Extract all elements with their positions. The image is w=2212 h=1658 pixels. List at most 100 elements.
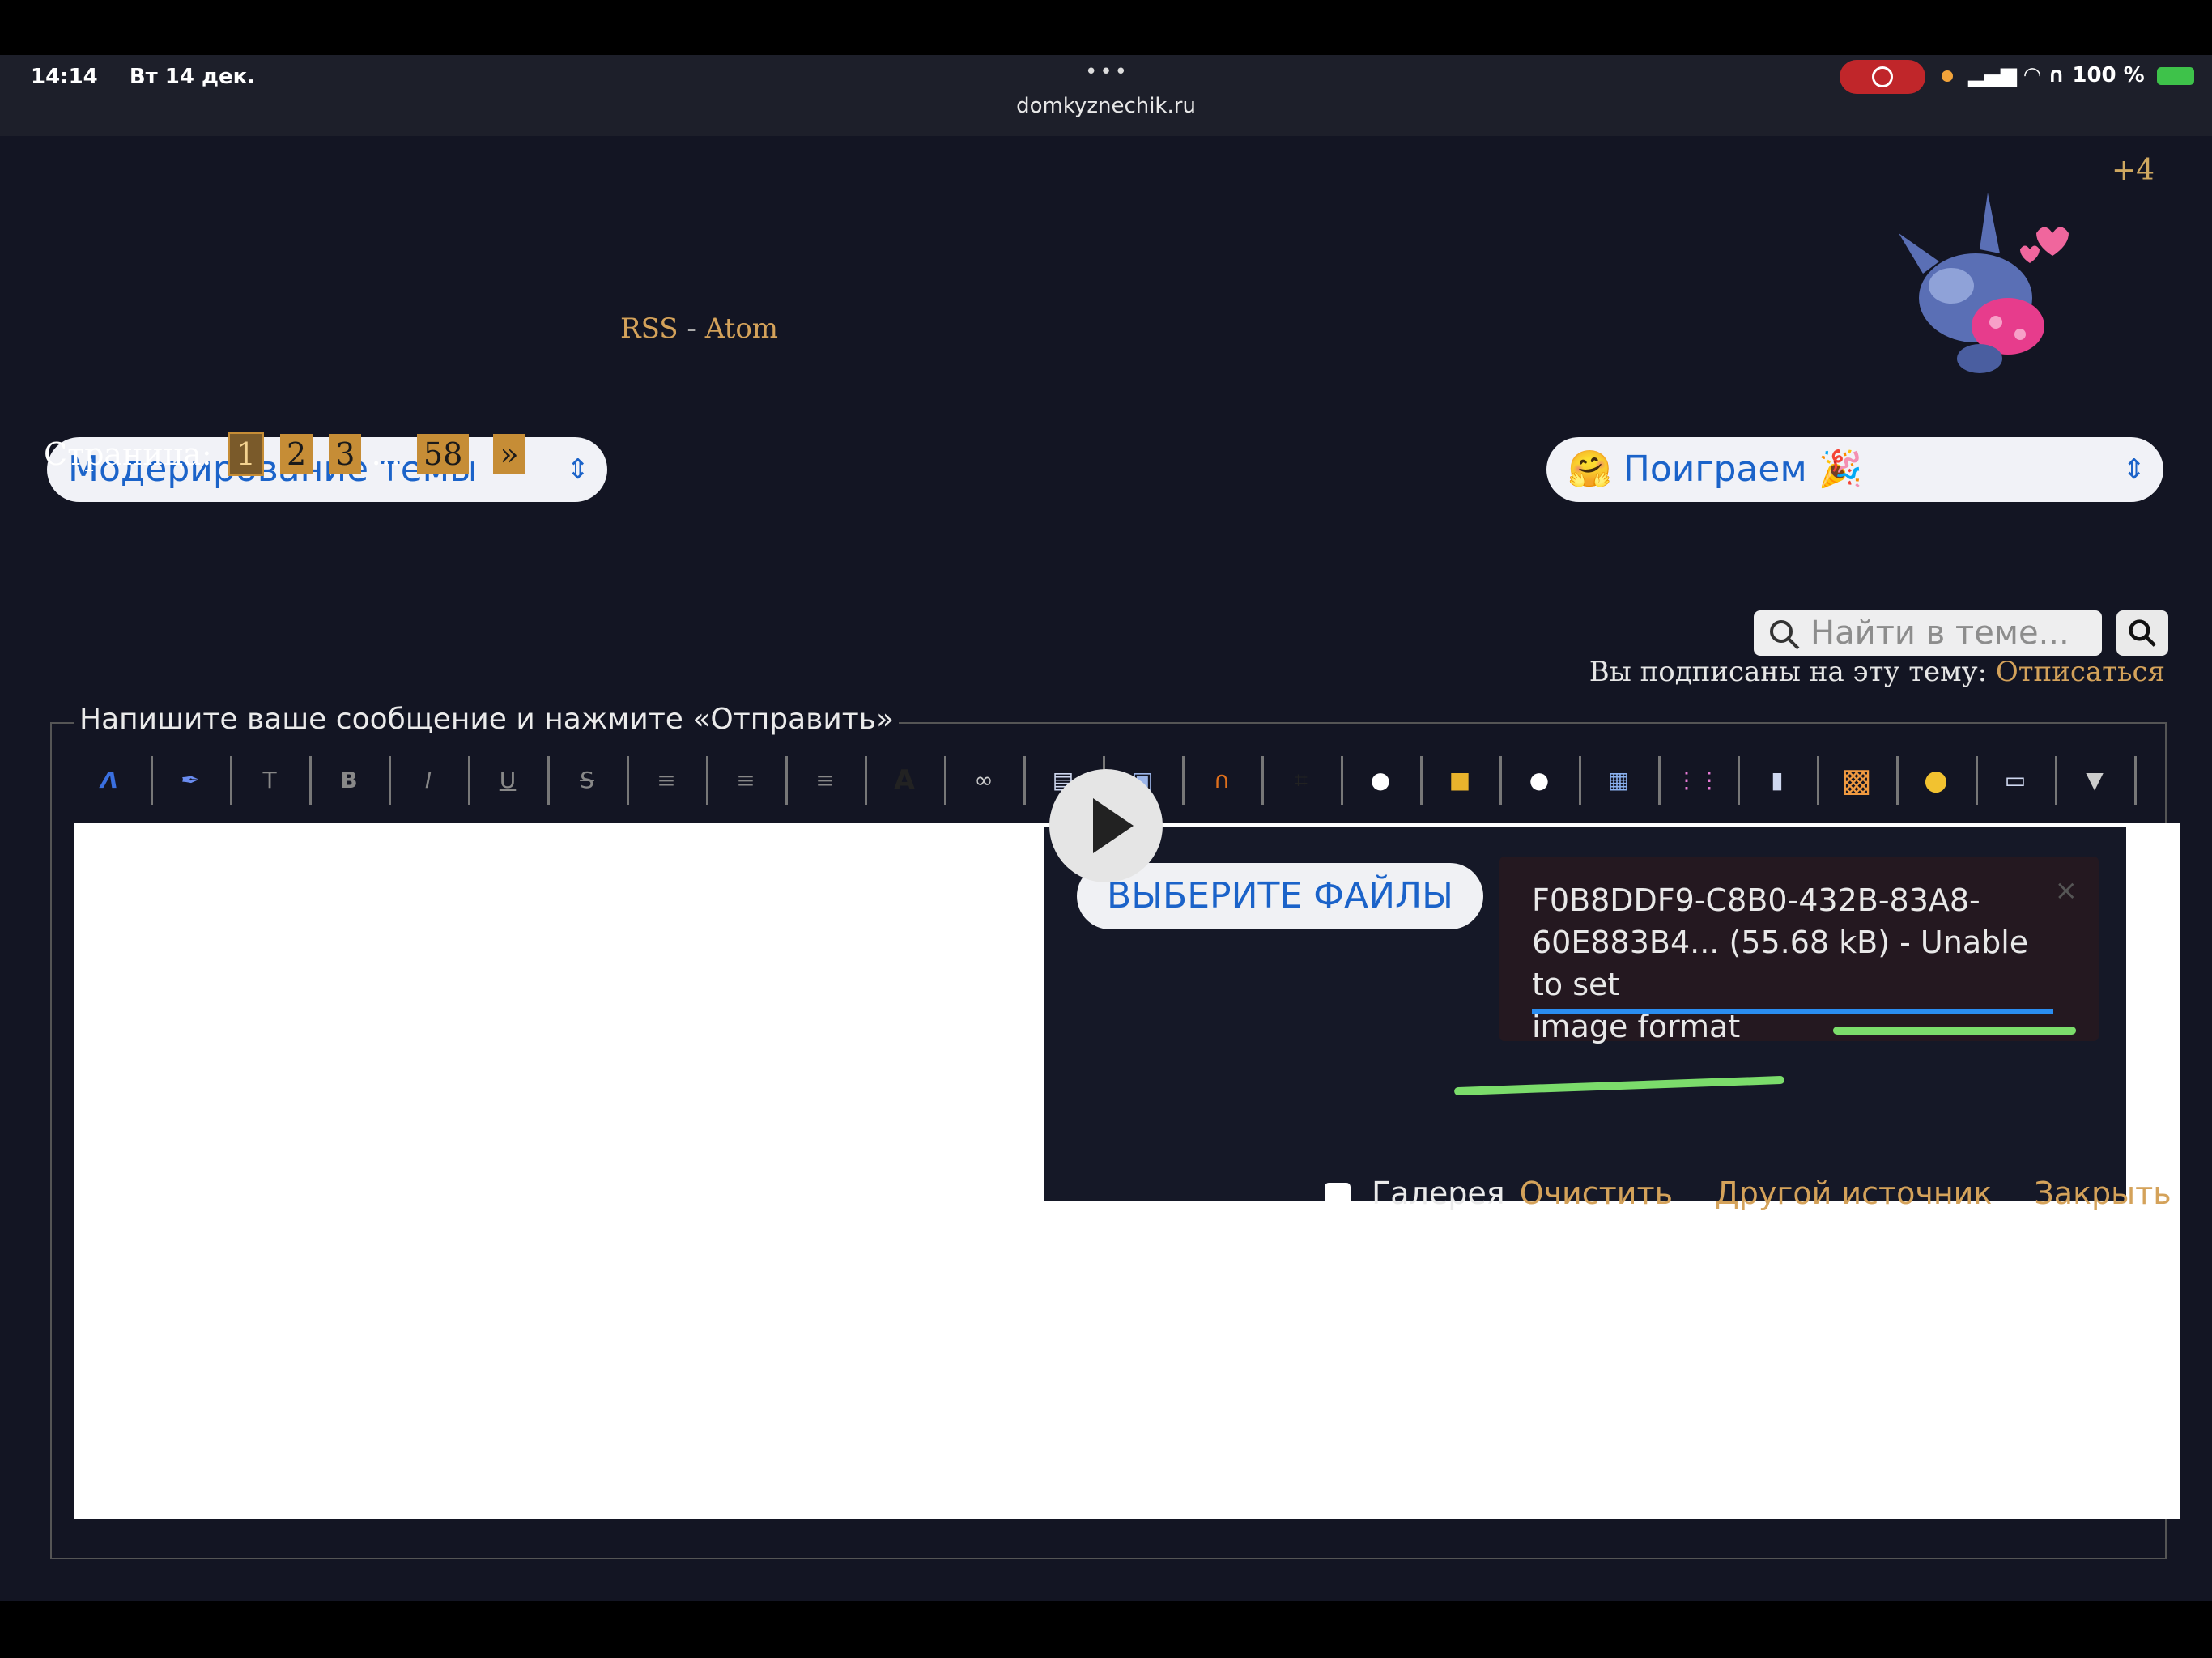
upload-error-line: F0B8DDF9-C8B0-432B-83A8- bbox=[1532, 882, 1980, 918]
smiley-icon[interactable]: ● bbox=[1901, 750, 1971, 811]
upload-progress-bar bbox=[1532, 1009, 2053, 1014]
search-placeholder: Найти в теме... bbox=[1810, 614, 2069, 652]
speech-bubble-icon[interactable]: ● bbox=[1504, 750, 1574, 811]
toolbar-separator bbox=[1896, 756, 1899, 805]
align-left-icon[interactable]: ≡ bbox=[632, 750, 701, 811]
next-page-link[interactable]: » bbox=[493, 434, 525, 474]
toolbar-separator bbox=[627, 756, 629, 805]
chevron-down-icon[interactable]: ▼ bbox=[2060, 750, 2129, 811]
stitch-mascot-icon bbox=[1899, 193, 2069, 373]
unsubscribe-link[interactable]: Отписаться bbox=[1996, 656, 2165, 688]
lock-icon[interactable]: ■ bbox=[1425, 750, 1495, 811]
document-icon[interactable]: ▮ bbox=[1742, 750, 1812, 811]
rss-link[interactable]: RSS bbox=[620, 312, 678, 345]
align-center-icon[interactable]: ≡ bbox=[711, 750, 781, 811]
keyboard-icon[interactable]: ▭ bbox=[1980, 750, 2050, 811]
clear-link[interactable]: Очистить bbox=[1520, 1175, 1673, 1211]
choose-files-button[interactable]: ВЫБЕРИТЕ ФАЙЛЫ bbox=[1077, 863, 1483, 929]
search-icon bbox=[2129, 619, 2156, 647]
feed-links: RSS - Atom bbox=[620, 312, 778, 345]
battery-label: 100 % bbox=[2072, 63, 2145, 87]
page-link-current: 1 bbox=[228, 432, 264, 476]
feather-pen-icon[interactable]: ✒ bbox=[155, 750, 225, 811]
toolbar-separator bbox=[1261, 756, 1264, 805]
toolbar-separator bbox=[865, 756, 867, 805]
toolbar-separator bbox=[547, 756, 550, 805]
pagination-ellipsis: ... bbox=[371, 436, 401, 472]
address-url[interactable]: domkyznechik.ru bbox=[0, 94, 2212, 118]
forum-jump-select[interactable]: 🤗 Поиграем 🎉 ⇕ bbox=[1546, 437, 2163, 502]
underline-button[interactable]: U bbox=[473, 750, 542, 811]
status-bar: 14:14 Вт 14 дек. ••• domkyznechik.ru ▂▄▆… bbox=[0, 55, 2212, 136]
pagination: Страница: 1 2 3 ... 58 » bbox=[44, 432, 525, 476]
select-chevron-icon: ⇕ bbox=[2122, 453, 2146, 486]
other-source-link[interactable]: Другой источник bbox=[1715, 1175, 1992, 1211]
toolbar-separator bbox=[2055, 756, 2057, 805]
table-grid-icon[interactable]: ⋮⋮ bbox=[1663, 750, 1733, 811]
page-link-last[interactable]: 58 bbox=[416, 434, 470, 474]
page-link[interactable]: 3 bbox=[329, 434, 362, 474]
toolbar-separator bbox=[1976, 756, 1978, 805]
toolbar-separator bbox=[1023, 756, 1026, 805]
link-icon[interactable]: ∞ bbox=[949, 750, 1019, 811]
align-right-icon[interactable]: ≡ bbox=[790, 750, 860, 811]
toolbar-separator bbox=[785, 756, 788, 805]
toolbar-separator bbox=[1579, 756, 1581, 805]
toolbar-separator bbox=[468, 756, 470, 805]
signal-icon: ▂▄▆ bbox=[1968, 63, 2018, 87]
atom-link[interactable]: Atom bbox=[705, 312, 778, 345]
gallery-checkbox[interactable] bbox=[1325, 1182, 1351, 1209]
toolbar-separator bbox=[1499, 756, 1502, 805]
toolbar-separator bbox=[309, 756, 312, 805]
search-icon bbox=[1770, 620, 1800, 650]
forum-jump-select-value: 🤗 Поиграем 🎉 bbox=[1568, 449, 1863, 490]
battery-icon bbox=[2156, 66, 2194, 85]
italic-button[interactable]: I bbox=[393, 750, 463, 811]
feed-separator: - bbox=[687, 312, 696, 345]
toolbar-separator bbox=[1420, 756, 1423, 805]
status-time: 14:14 bbox=[31, 65, 98, 89]
search-submit-button[interactable] bbox=[2116, 610, 2168, 656]
app-screen: 14:14 Вт 14 дек. ••• domkyznechik.ru ▂▄▆… bbox=[0, 55, 2212, 1601]
toolbar-separator bbox=[1738, 756, 1740, 805]
font-style-icon[interactable]: Λ bbox=[74, 750, 144, 811]
photo-upload-icon[interactable]: ▩ bbox=[1822, 750, 1891, 811]
toolbar-separator bbox=[706, 756, 708, 805]
toolbar-separator bbox=[2134, 756, 2137, 805]
status-time-date: 14:14 Вт 14 дек. bbox=[31, 65, 279, 89]
video-play-icon[interactable]: ● bbox=[1346, 750, 1415, 811]
close-icon[interactable]: × bbox=[2055, 874, 2078, 907]
page-link[interactable]: 2 bbox=[280, 434, 313, 474]
status-date: Вт 14 дек. bbox=[129, 65, 256, 89]
bold-button[interactable]: B bbox=[314, 750, 384, 811]
multitasking-dots-icon[interactable]: ••• bbox=[1085, 60, 1129, 84]
wifi-icon: ◠ bbox=[2024, 63, 2048, 87]
toolbar-separator bbox=[151, 756, 153, 805]
strikethrough-button[interactable]: S bbox=[552, 750, 622, 811]
headphones-icon[interactable]: ∩ bbox=[1187, 750, 1257, 811]
gallery-label: Галерея bbox=[1372, 1175, 1505, 1211]
pagination-label: Страница: bbox=[44, 436, 212, 472]
topic-search-input[interactable]: Найти в теме... bbox=[1754, 610, 2102, 656]
toolbar-separator bbox=[1817, 756, 1819, 805]
reply-form-legend: Напишите ваше сообщение и нажмите «Отпра… bbox=[74, 703, 899, 736]
font-color-button[interactable]: A bbox=[870, 750, 939, 811]
annotation-underline bbox=[1833, 1027, 2076, 1035]
toolbar-separator bbox=[230, 756, 232, 805]
toolbar-separator bbox=[944, 756, 946, 805]
crop-icon[interactable]: ⌗ bbox=[1266, 750, 1336, 811]
script-icon[interactable]: ▦ bbox=[1584, 750, 1653, 811]
close-link[interactable]: Закрыть bbox=[2034, 1175, 2171, 1211]
upload-error-line: 60E883B4... (55.68 kB) - Unable to set bbox=[1532, 925, 2029, 1002]
subscription-status: Вы подписаны на эту тему: Отписаться bbox=[1589, 656, 2165, 688]
screen-recording-icon[interactable] bbox=[1840, 60, 1925, 94]
subscription-text: Вы подписаны на эту тему: bbox=[1589, 656, 1988, 688]
upload-error-message: F0B8DDF9-C8B0-432B-83A8- 60E883B4... (55… bbox=[1532, 879, 2066, 1048]
reaction-count-badge: +4 bbox=[2112, 154, 2155, 187]
text-size-button[interactable]: T bbox=[235, 750, 304, 811]
upload-error-box: F0B8DDF9-C8B0-432B-83A8- 60E883B4... (55… bbox=[1499, 857, 2099, 1044]
select-chevron-icon: ⇕ bbox=[566, 453, 590, 486]
toolbar-separator bbox=[1658, 756, 1661, 805]
headphones-icon: ∩ bbox=[2048, 63, 2065, 87]
play-icon[interactable] bbox=[1049, 769, 1163, 882]
